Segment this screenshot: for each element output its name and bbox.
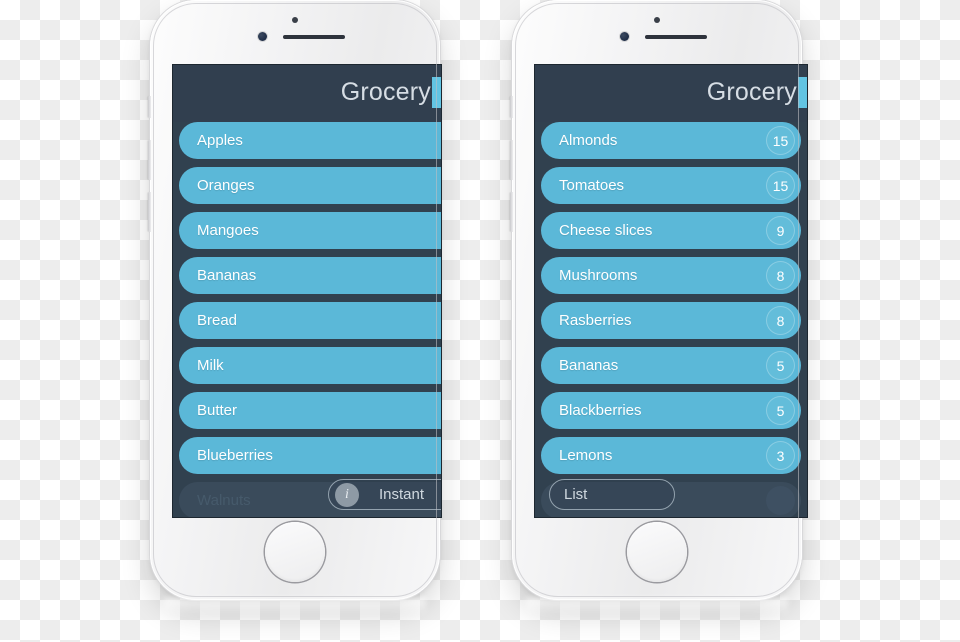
list-item[interactable]: Mangoes	[179, 212, 441, 249]
phone-reflection	[164, 598, 426, 616]
phone-device-left: Grocery Apples Oranges Mangoes Bananas Bread…	[148, 0, 442, 616]
title-caret-indicator	[432, 77, 441, 108]
title-caret-indicator	[798, 77, 807, 108]
list-item[interactable]: Lemons 3	[541, 437, 801, 474]
info-icon[interactable]: i	[335, 482, 359, 507]
phone-reflection	[526, 598, 788, 616]
list-item-label: Rasberries	[559, 312, 632, 329]
instant-label: Instant	[379, 486, 425, 503]
grocery-list-right: Almonds 15 Tomatoes 15 Cheese slices 9 Mushroo…	[535, 122, 807, 517]
list-item-label: Blueberries	[197, 447, 273, 464]
list-item-label: Blackberries	[559, 402, 642, 419]
quantity-badge: 8	[766, 261, 795, 290]
bottom-bar-left: i Instant	[173, 473, 441, 517]
phone-screen-left: Grocery Apples Oranges Mangoes Bananas Bread…	[173, 65, 441, 517]
phone-device-right: Grocery Almonds 15 Tomatoes 15 Cheese slices…	[510, 0, 807, 616]
list-item[interactable]: Rasberries 8	[541, 302, 801, 339]
home-button[interactable]	[265, 522, 325, 582]
phone-screen-right: Grocery Almonds 15 Tomatoes 15 Cheese slices…	[535, 65, 807, 517]
front-camera-icon	[292, 17, 298, 23]
earpiece-speaker-icon	[645, 35, 707, 39]
list-item-label: Butter	[197, 402, 238, 419]
quantity-badge: 9	[766, 216, 795, 245]
list-item-label: Cheese slices	[559, 222, 653, 239]
page-title: Grocery	[340, 78, 431, 106]
list-item[interactable]: Bananas 5	[541, 347, 801, 384]
volume-down-button[interactable]	[148, 192, 151, 232]
list-item[interactable]: Bananas	[179, 257, 441, 294]
list-item[interactable]: Almonds 15	[541, 122, 801, 159]
title-bar-right: Grocery	[535, 65, 807, 122]
grocery-list-left: Apples Oranges Mangoes Bananas Bread Milk Butt…	[173, 122, 441, 517]
proximity-sensor-icon	[620, 32, 629, 41]
volume-up-button[interactable]	[148, 140, 151, 180]
mute-switch[interactable]	[510, 96, 513, 118]
list-item-label: Bananas	[559, 357, 619, 374]
list-item-label: Lemons	[559, 447, 613, 464]
list-item[interactable]: Tomatoes 15	[541, 167, 801, 204]
bottom-bar-right: List	[535, 473, 807, 517]
home-button[interactable]	[627, 522, 687, 582]
list-item[interactable]: Cheese slices 9	[541, 212, 801, 249]
list-item-label: Apples	[197, 132, 243, 149]
earpiece-speaker-icon	[283, 35, 345, 39]
quantity-badge: 15	[766, 171, 795, 200]
quantity-badge: 8	[766, 306, 795, 335]
page-title: Grocery	[706, 78, 797, 106]
list-item-label: Milk	[197, 357, 224, 374]
list-item-label: Bananas	[197, 267, 257, 284]
list-item[interactable]: Butter	[179, 392, 441, 429]
title-bar-left: Grocery	[173, 65, 441, 122]
list-item-label: Almonds	[559, 132, 618, 149]
quantity-badge: 5	[766, 396, 795, 425]
list-item[interactable]: Blueberries	[179, 437, 441, 474]
list-item[interactable]: Oranges	[179, 167, 441, 204]
list-item[interactable]: Apples	[179, 122, 441, 159]
quantity-badge: 15	[766, 126, 795, 155]
list-item-label: Mushrooms	[559, 267, 638, 284]
list-item-label: Mangoes	[197, 222, 259, 239]
volume-down-button[interactable]	[510, 192, 513, 232]
instant-button[interactable]: i Instant	[328, 479, 441, 510]
list-item-label: Tomatoes	[559, 177, 625, 194]
list-item-label: Bread	[197, 312, 238, 329]
list-item[interactable]: Blackberries 5	[541, 392, 801, 429]
list-item[interactable]: Mushrooms 8	[541, 257, 801, 294]
list-label: List	[564, 486, 588, 503]
list-item[interactable]: Milk	[179, 347, 441, 384]
list-item-label: Oranges	[197, 177, 255, 194]
mute-switch[interactable]	[148, 96, 151, 118]
volume-up-button[interactable]	[510, 140, 513, 180]
list-item[interactable]: Bread	[179, 302, 441, 339]
front-camera-icon	[654, 17, 660, 23]
proximity-sensor-icon	[258, 32, 267, 41]
quantity-badge: 5	[766, 351, 795, 380]
list-button[interactable]: List	[549, 479, 675, 510]
quantity-badge: 3	[766, 441, 795, 470]
